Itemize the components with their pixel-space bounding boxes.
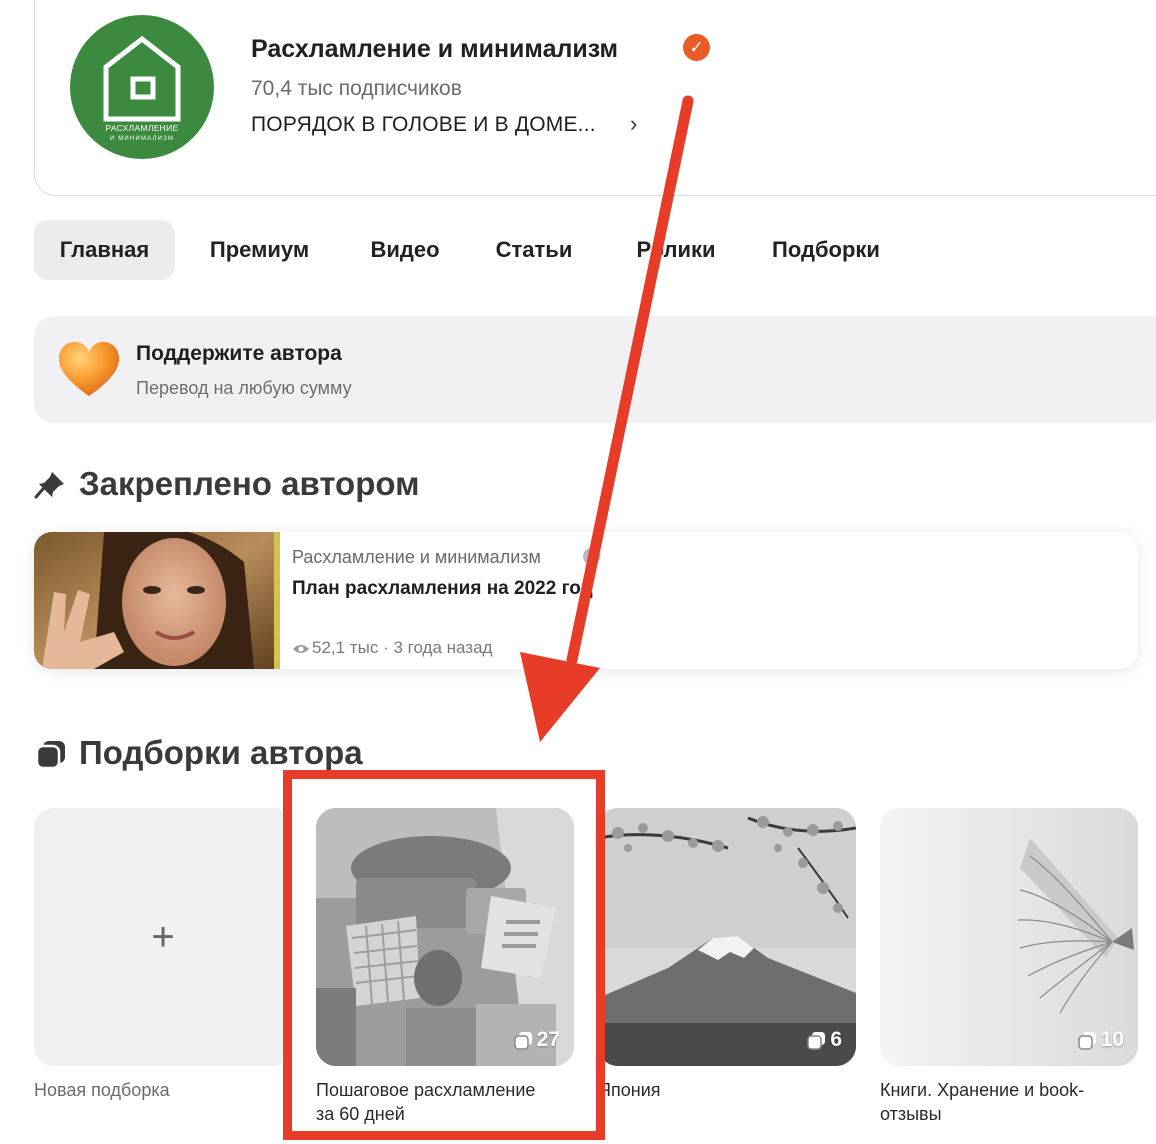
- pin-icon: [34, 472, 64, 499]
- collection-card[interactable]: 6: [598, 808, 856, 1066]
- tab-articles[interactable]: Статьи: [478, 220, 590, 280]
- pinned-title[interactable]: План расхламления на 2022 год: [292, 578, 593, 600]
- support-subtitle: Перевод на любую сумму: [136, 378, 352, 398]
- collection-count-value: 6: [830, 1028, 842, 1051]
- pinned-source[interactable]: Расхламление и минимализм: [292, 547, 541, 568]
- collection-label-line: Япония: [598, 1080, 661, 1100]
- logo-subtext: И МИНИМАЛИЗМ: [109, 136, 175, 142]
- tab-shorts[interactable]: Ролики: [611, 220, 741, 280]
- collection-label[interactable]: Япония: [598, 1078, 661, 1102]
- logo-text: РАСХЛАМЛЕНИЕ: [105, 123, 179, 133]
- support-title: Поддержите автора: [136, 342, 342, 365]
- stack-icon: [1077, 1031, 1096, 1050]
- tab-collections[interactable]: Подборки: [756, 220, 896, 280]
- channel-logo[interactable]: РАСХЛАМЛЕНИЕ И МИНИМАЛИЗМ: [70, 15, 214, 159]
- stack-icon: [807, 1031, 826, 1050]
- collection-label[interactable]: Книги. Хранение и book- отзывы: [880, 1078, 1084, 1126]
- pinned-meta: 52,1 тыс · 3 года назад: [292, 638, 492, 658]
- chevron-right-icon[interactable]: ›: [630, 111, 637, 137]
- channel-title[interactable]: Расхламление и минимализм: [251, 35, 618, 64]
- eye-icon: [293, 644, 309, 653]
- collection-card[interactable]: 10: [880, 808, 1138, 1066]
- plus-icon: +: [151, 915, 175, 959]
- view-count: 52,1 тыс: [312, 638, 379, 657]
- article-thumbnail: [34, 532, 280, 669]
- publish-age: 3 года назад: [393, 638, 493, 657]
- verified-small-icon: ✓: [583, 548, 600, 565]
- new-collection-button[interactable]: +: [34, 808, 292, 1066]
- collection-count: 10: [1077, 1028, 1124, 1052]
- meta-separator: ·: [383, 638, 389, 657]
- annotation-highlight-box: [283, 770, 605, 1140]
- collections-section-title: Подборки автора: [79, 734, 363, 771]
- collection-label-line: отзывы: [880, 1104, 942, 1124]
- tab-premium[interactable]: Премиум: [192, 220, 327, 280]
- collection-count-value: 10: [1100, 1028, 1124, 1051]
- channel-description[interactable]: ПОРЯДОК В ГОЛОВЕ И В ДОМЕ...: [251, 113, 596, 137]
- pinned-article-card[interactable]: Расхламление и минимализм ✓ План расхлам…: [34, 532, 1138, 669]
- subscriber-count: 70,4 тыс подписчиков: [251, 77, 462, 100]
- collections-icon: [35, 741, 65, 770]
- tab-main[interactable]: Главная: [34, 220, 175, 280]
- tab-video[interactable]: Видео: [350, 220, 460, 280]
- collection-label-line: Книги. Хранение и book-: [880, 1080, 1085, 1100]
- support-author-banner[interactable]: Поддержите автора Перевод на любую сумму: [34, 316, 1156, 423]
- pinned-section-title: Закреплено автором: [79, 465, 420, 502]
- verified-icon: ✓: [683, 34, 710, 61]
- new-collection-label: Новая подборка: [34, 1080, 170, 1100]
- collection-count: 6: [807, 1028, 842, 1052]
- heart-icon: [58, 341, 120, 396]
